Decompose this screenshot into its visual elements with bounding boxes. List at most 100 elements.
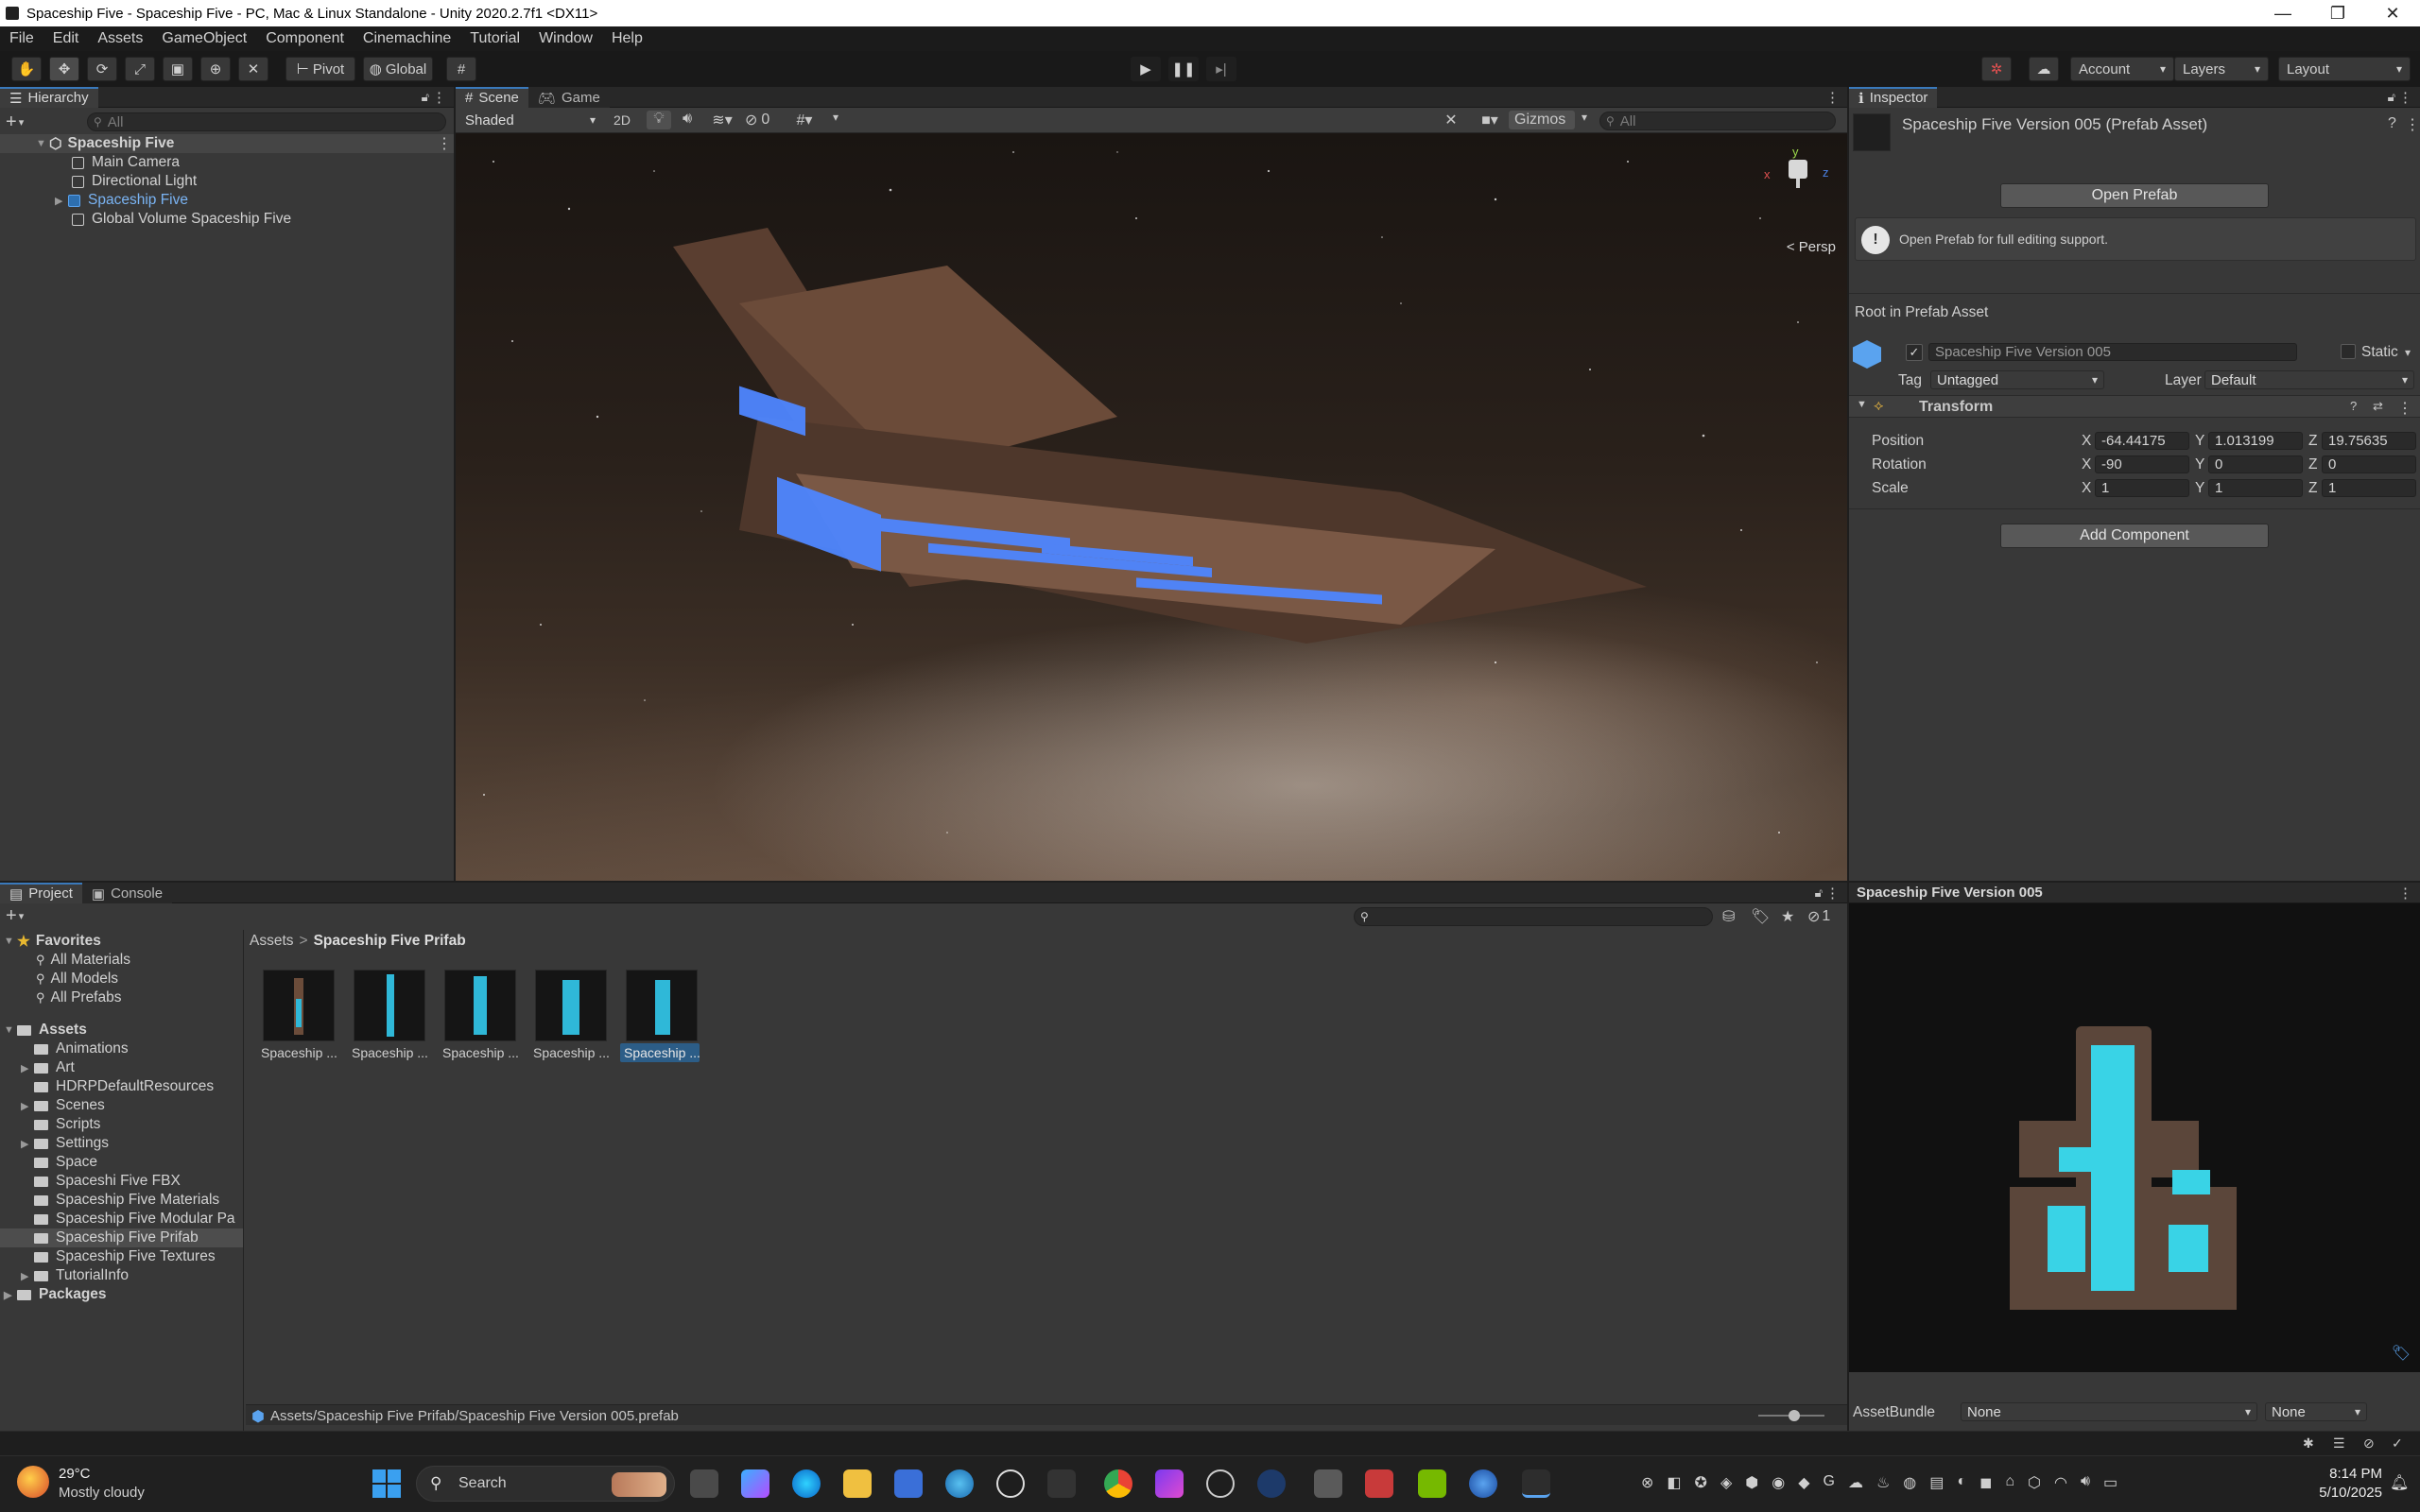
tray-icon-7[interactable]: G xyxy=(1824,1473,1835,1492)
folder-scenes[interactable]: ▶ Scenes xyxy=(21,1096,105,1115)
app-icon-5[interactable] xyxy=(1469,1469,1497,1498)
axis-x-label[interactable]: X xyxy=(2082,433,2091,450)
gizmos-dropdown[interactable]: Gizmos xyxy=(1509,111,1575,129)
axis-y-label[interactable]: Y xyxy=(2195,433,2204,450)
folder-spaceship-materials[interactable]: Spaceship Five Materials xyxy=(21,1191,219,1210)
tray-icon-13[interactable]: ◼ xyxy=(1979,1473,1992,1492)
favorite-all-prefabs[interactable]: ⚲ All Prefabs xyxy=(36,988,121,1007)
axis-z-label[interactable]: Z xyxy=(2308,433,2317,450)
tray-icon-5[interactable]: ◉ xyxy=(1772,1473,1785,1492)
chrome-icon[interactable] xyxy=(1104,1469,1132,1498)
presets-icon[interactable]: ⇄ xyxy=(2373,399,2383,414)
tab-scene[interactable]: # Scene xyxy=(456,86,528,108)
gizmo-center[interactable] xyxy=(1789,160,1807,179)
copilot-icon[interactable] xyxy=(741,1469,769,1498)
kebab-menu-icon[interactable]: ⋮ xyxy=(1825,885,1840,902)
folder-spaceship-fbx[interactable]: Spaceshi Five FBX xyxy=(21,1172,181,1191)
menu-tutorial[interactable]: Tutorial xyxy=(460,30,529,47)
asset-label-1[interactable]: Spaceship ... xyxy=(261,1045,337,1060)
axis-z-label[interactable]: Z xyxy=(2308,480,2317,497)
asset-label-2[interactable]: Spaceship ... xyxy=(352,1045,428,1060)
wifi-icon[interactable]: ◠ xyxy=(2054,1473,2067,1492)
check-icon[interactable]: ✓ xyxy=(2392,1435,2403,1452)
axis-x-label[interactable]: X xyxy=(2082,480,2091,497)
layer-dropdown[interactable]: Default xyxy=(2204,370,2414,389)
app-icon-3[interactable] xyxy=(1314,1469,1342,1498)
play-icon[interactable]: ▶ xyxy=(1131,57,1161,81)
shading-mode-dropdown[interactable]: Shaded xyxy=(459,111,601,129)
kebab-menu-icon[interactable]: ⋮ xyxy=(2405,115,2420,134)
hierarchy-item-spaceship-five[interactable]: ▶ Spaceship Five xyxy=(55,191,188,210)
favorites-node[interactable]: ▼ ★ Favorites xyxy=(4,932,101,951)
edge-icon[interactable] xyxy=(792,1469,821,1498)
expand-arrow-icon[interactable]: ▼ xyxy=(4,936,17,947)
asset-preview[interactable]: 🏷︎ xyxy=(1849,903,2420,1372)
collapse-arrow-icon[interactable]: ▼ xyxy=(1857,399,1867,410)
lighting-icon[interactable]: 💡︎ xyxy=(647,111,671,129)
app-icon-4[interactable] xyxy=(1365,1469,1393,1498)
hierarchy-search-input[interactable]: ⚲ All xyxy=(87,112,446,131)
breadcrumb-current[interactable]: Spaceship Five Prifab xyxy=(314,933,466,950)
rotation-z-field[interactable]: 0 xyxy=(2322,455,2416,473)
tray-icon-8[interactable]: ☁ xyxy=(1848,1473,1863,1492)
rotation-y-field[interactable]: 0 xyxy=(2208,455,2303,473)
scene-search-input[interactable]: ⚲ All xyxy=(1599,112,1836,130)
alienware-icon[interactable] xyxy=(996,1469,1025,1498)
asset-thumbnail-1[interactable] xyxy=(263,970,335,1041)
asset-thumbnail-4[interactable] xyxy=(535,970,607,1041)
asset-thumbnail-2[interactable] xyxy=(354,970,425,1041)
asset-label-5[interactable]: Spaceship ... xyxy=(624,1045,700,1060)
tools-icon[interactable]: ✕ xyxy=(1439,111,1463,129)
gizmo-z-axis[interactable]: z xyxy=(1823,165,1829,180)
notification-icon[interactable]: 🔔︎ xyxy=(2390,1473,2409,1492)
assetbundle-variant-dropdown[interactable]: None xyxy=(2265,1402,2367,1421)
menu-assets[interactable]: Assets xyxy=(88,30,152,47)
asset-label-icon[interactable]: 🏷︎ xyxy=(2392,1344,2411,1363)
store-icon[interactable] xyxy=(894,1469,923,1498)
scene-root[interactable]: ▼ ⬡ Spaceship Five xyxy=(36,134,174,153)
2d-toggle[interactable]: 2D xyxy=(605,111,639,129)
open-prefab-button[interactable]: Open Prefab xyxy=(2000,183,2269,208)
hidden-packages-toggle[interactable]: ⊘ 1 xyxy=(1807,907,1830,926)
folder-hdrp[interactable]: HDRPDefaultResources xyxy=(21,1077,214,1096)
hierarchy-item-main-camera[interactable]: Main Camera xyxy=(72,153,180,172)
app-icon[interactable] xyxy=(1047,1469,1076,1498)
tray-icon-15[interactable]: ⬡ xyxy=(2028,1473,2041,1492)
step-icon[interactable]: ▸| xyxy=(1206,57,1236,81)
folder-space[interactable]: Space xyxy=(21,1153,97,1172)
project-search-input[interactable]: ⚲ xyxy=(1354,907,1713,926)
menu-cinemachine[interactable]: Cinemachine xyxy=(354,30,460,47)
scale-x-field[interactable]: 1 xyxy=(2095,479,2189,497)
scale-y-field[interactable]: 1 xyxy=(2208,479,2303,497)
folder-spaceship-modular[interactable]: Spaceship Five Modular Pa xyxy=(21,1210,235,1228)
tray-icon-1[interactable]: ◧ xyxy=(1667,1473,1681,1492)
expand-arrow-icon[interactable]: ▼ xyxy=(4,1024,17,1036)
app-icon-2[interactable] xyxy=(1257,1469,1286,1498)
lock-icon[interactable]: 🔓︎ xyxy=(422,90,429,105)
asset-thumbnail-5[interactable] xyxy=(626,970,698,1041)
unity-editor-icon[interactable] xyxy=(1522,1469,1550,1498)
packages-node[interactable]: ▶ Packages xyxy=(4,1285,107,1304)
folder-settings[interactable]: ▶ Settings xyxy=(21,1134,109,1153)
nvidia-icon[interactable] xyxy=(1418,1469,1446,1498)
tray-icon-14[interactable]: ⌂ xyxy=(2005,1473,2014,1492)
tray-icon-3[interactable]: ◈ xyxy=(1720,1473,1732,1492)
menu-edit[interactable]: Edit xyxy=(43,30,89,47)
folder-animations[interactable]: Animations xyxy=(21,1040,129,1058)
tray-icon-9[interactable]: ♨ xyxy=(1876,1473,1890,1492)
pivot-toggle[interactable]: ⊢ Pivot xyxy=(285,57,355,81)
tab-game[interactable]: 🎮︎ Game xyxy=(527,86,610,108)
windows-start-icon[interactable] xyxy=(372,1469,401,1498)
bug-icon[interactable]: ✱ xyxy=(2303,1435,2314,1452)
slider-handle[interactable] xyxy=(1789,1410,1800,1421)
axis-z-label[interactable]: Z xyxy=(2308,456,2317,473)
effects-icon[interactable]: ≋▾ xyxy=(703,111,741,129)
xbox-icon[interactable]: ⊗ xyxy=(1641,1473,1653,1492)
expand-arrow-icon[interactable]: ▶ xyxy=(55,195,68,207)
position-z-field[interactable]: 19.75635 xyxy=(2322,432,2416,450)
tray-icon-2[interactable]: ✪ xyxy=(1695,1473,1707,1492)
menu-gameobject[interactable]: GameObject xyxy=(152,30,256,47)
lock-icon[interactable]: 🔓︎ xyxy=(1815,885,1823,901)
chevron-down-icon[interactable]: ▾ xyxy=(2405,346,2411,359)
expand-arrow-icon[interactable]: ▶ xyxy=(21,1270,34,1282)
